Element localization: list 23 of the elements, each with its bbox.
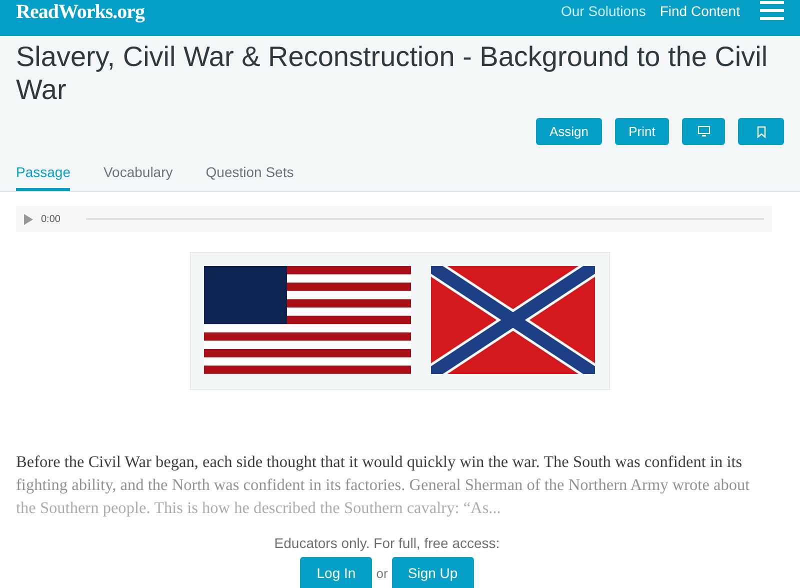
assign-button[interactable]: Assign xyxy=(536,118,602,145)
logo[interactable]: ReadWorks.org xyxy=(16,0,144,24)
login-button[interactable]: Log In xyxy=(300,557,372,588)
menu-icon[interactable] xyxy=(760,1,784,21)
signup-button[interactable]: Sign Up xyxy=(392,557,474,588)
passage-text: fighting ability, and the North was confident in its factories. General Sherman of the Northern Army wrote about xyxy=(16,474,751,496)
monitor-icon xyxy=(698,126,710,137)
print-button[interactable]: Print xyxy=(615,118,669,145)
passage-text: the Southern people. This is how he described the Southern cavalry: “As... xyxy=(16,497,502,519)
bookmark-button[interactable] xyxy=(738,118,784,145)
page-title: Slavery, Civil War & Reconstruction - Background to the Civil War xyxy=(16,40,769,106)
nav-link[interactable]: Our Solutions xyxy=(561,3,646,19)
nav-link[interactable]: Find Content xyxy=(660,3,740,19)
audio-time: 0:00 xyxy=(41,214,60,224)
access-text: Educators only. For full, free access: xyxy=(274,535,500,551)
tab[interactable]: Passage xyxy=(16,164,70,191)
tab[interactable]: Vocabulary xyxy=(103,164,173,191)
or-text: or xyxy=(376,566,388,580)
bookmark-icon xyxy=(756,126,766,138)
monitor-button[interactable] xyxy=(682,118,725,145)
play-icon[interactable] xyxy=(24,214,33,224)
tab[interactable]: Question Sets xyxy=(206,164,294,191)
passage-text: Before the Civil War began, each side thought that it would quickly win the war. The South was confident in its xyxy=(16,451,744,473)
